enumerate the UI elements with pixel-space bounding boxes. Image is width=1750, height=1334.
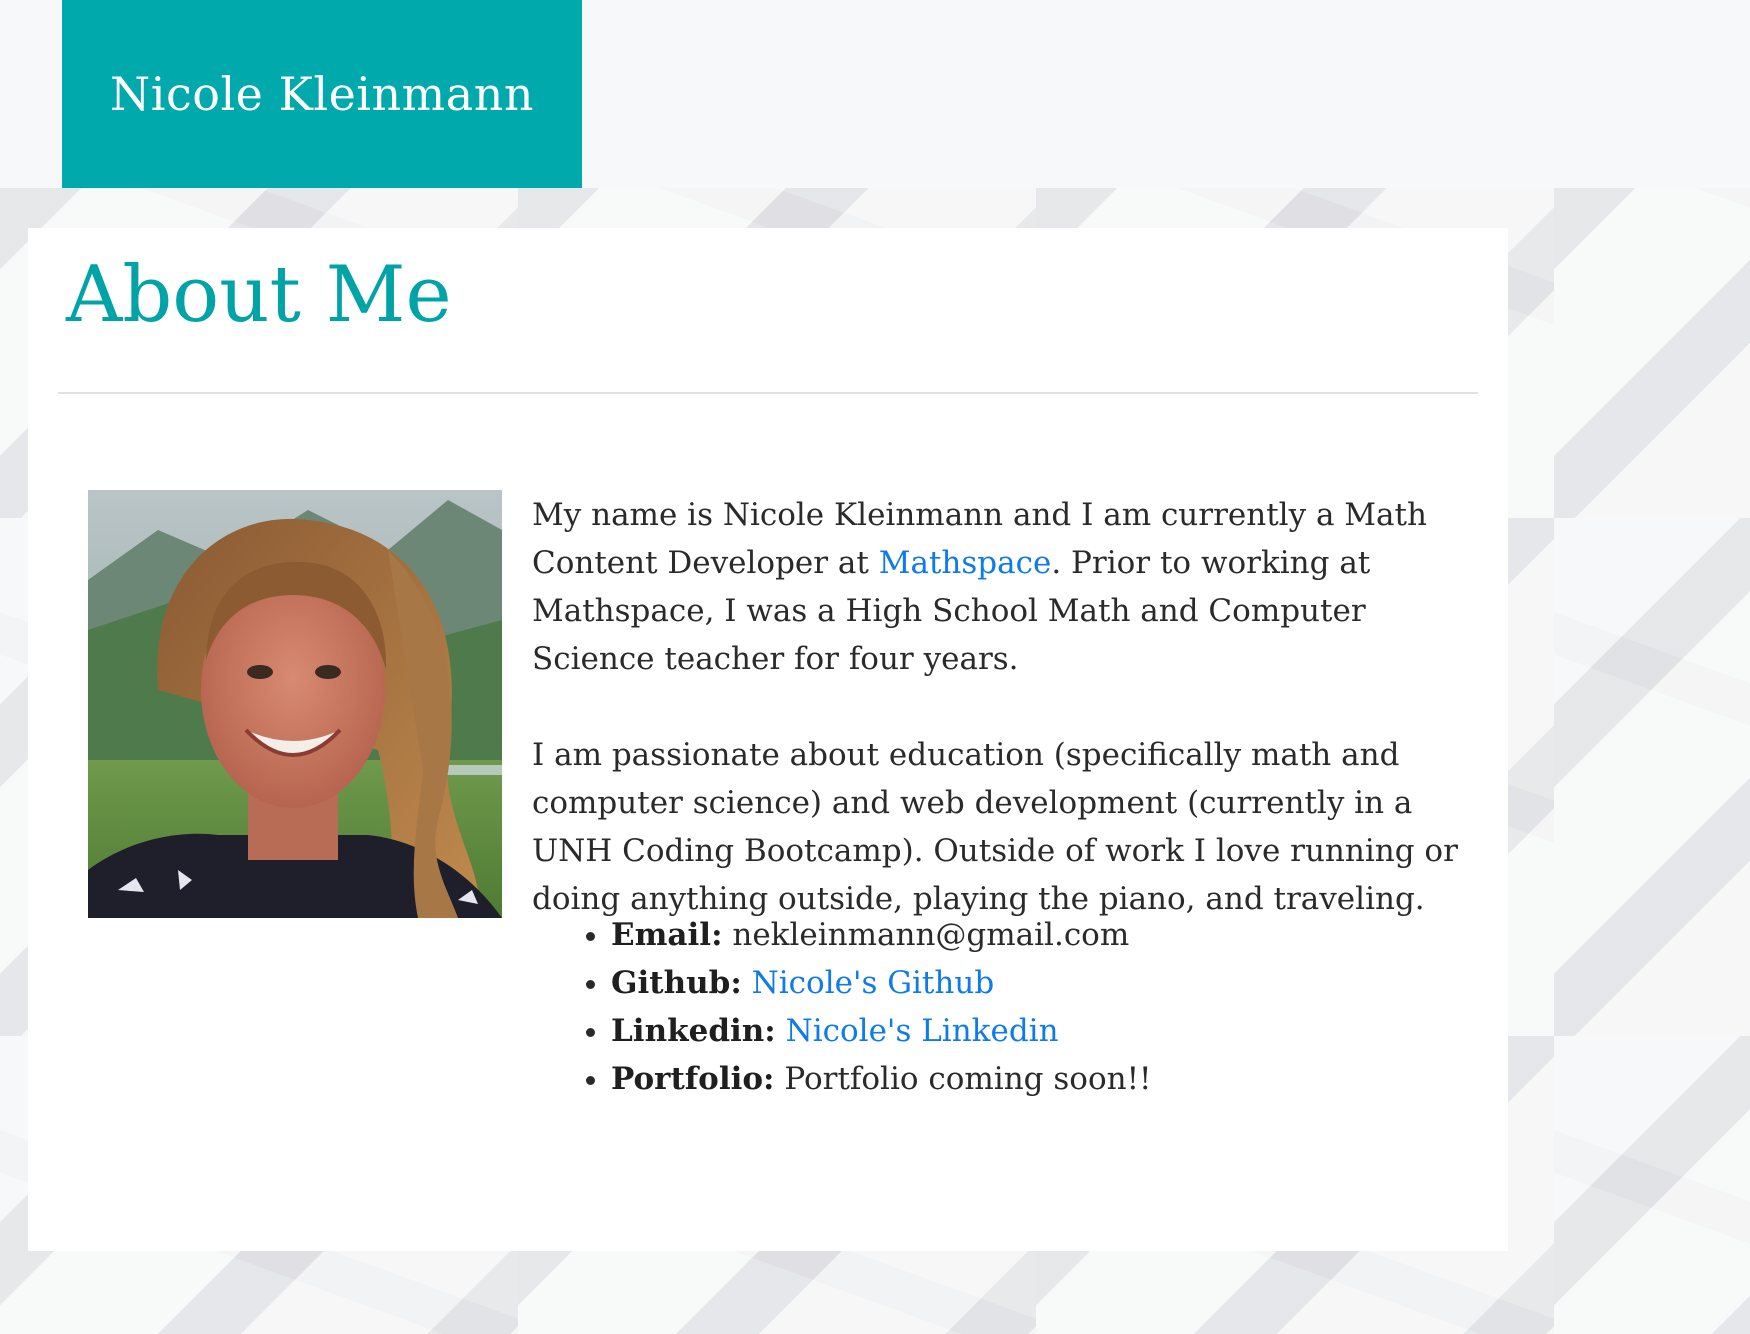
intro-paragraph: My name is Nicole Kleinmann and I am cur… xyxy=(532,491,1472,683)
portfolio-value: Portfolio coming soon!! xyxy=(784,1061,1152,1097)
contact-label: Linkedin: xyxy=(611,1013,776,1049)
email-value: nekleinmann@gmail.com xyxy=(732,917,1130,953)
site-brand[interactable]: Nicole Kleinmann xyxy=(62,0,582,188)
contact-item-linkedin: Linkedin: Nicole's Linkedin xyxy=(611,1007,1471,1055)
contact-item-github: Github: Nicole's Github xyxy=(611,959,1471,1007)
contact-label: Github: xyxy=(611,965,742,1001)
github-link[interactable]: Nicole's Github xyxy=(752,965,995,1001)
contact-label: Email: xyxy=(611,917,723,953)
contact-item-portfolio: Portfolio: Portfolio coming soon!! xyxy=(611,1055,1471,1103)
mathspace-link[interactable]: Mathspace xyxy=(879,545,1052,581)
interests-paragraph: I am passionate about education (specifi… xyxy=(532,737,1458,917)
contact-item-email: Email: nekleinmann@gmail.com xyxy=(611,911,1471,959)
heading-divider xyxy=(58,392,1478,394)
linkedin-link[interactable]: Nicole's Linkedin xyxy=(786,1013,1059,1049)
about-text: My name is Nicole Kleinmann and I am cur… xyxy=(532,491,1472,923)
contact-list: Email: nekleinmann@gmail.com Github: Nic… xyxy=(531,911,1471,1103)
profile-photo xyxy=(88,490,502,918)
page-title: About Me xyxy=(66,250,452,340)
about-card: About Me My name is Nicole Kleinmann and… xyxy=(28,228,1508,1251)
profile-photo-image xyxy=(88,490,502,918)
site-title[interactable]: Nicole Kleinmann xyxy=(110,67,534,121)
contact-label: Portfolio: xyxy=(611,1061,775,1097)
